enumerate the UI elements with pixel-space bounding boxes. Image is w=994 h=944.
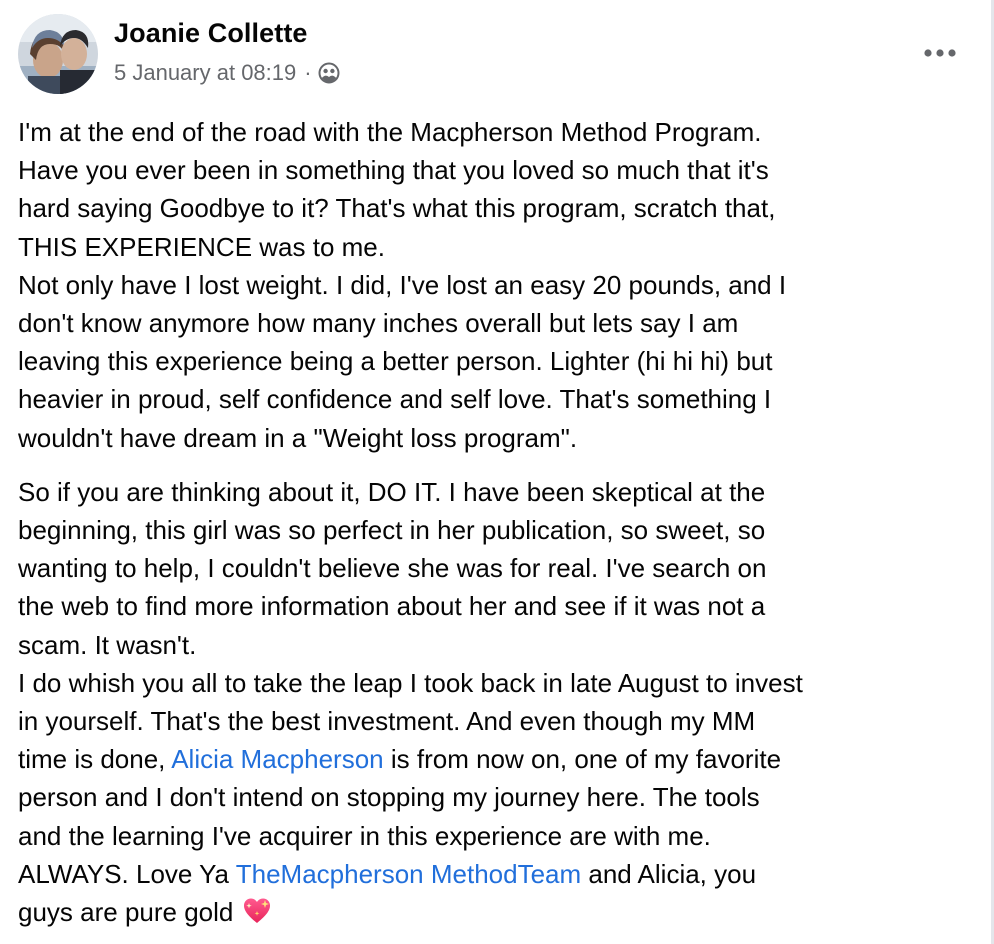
post-body: I'm at the end of the road with the Macp… [18,113,968,935]
more-options-icon [922,45,958,63]
body-line: I'm at the end of the road with the Macp… [18,117,762,147]
author-name[interactable]: Joanie Collette [114,18,308,49]
body-line: ALWAYS. Love Ya TheMacpherson MethodTeam… [18,855,968,893]
body-line: time is done, Alicia Macpherson is from … [18,740,968,778]
body-text-segment: ALWAYS. Love Ya [18,858,236,889]
body-line: I do whish you all to take the leap I to… [18,667,803,698]
post-timestamp[interactable]: 5 January at 08:19 [114,60,296,86]
body-line: So if you are thinking about it, DO IT. … [18,476,766,507]
body-line: beginning, this girl was so perfect in h… [18,515,766,546]
avatar[interactable] [18,14,98,94]
body-line: wanting to help, I couldn't believe she … [18,553,767,584]
body-line: heavier in proud, self confidence and se… [18,384,772,415]
body-text-segment: and Alicia, you [581,858,757,889]
body-line: don't know anymore how many inches overa… [18,308,739,339]
post-header: Joanie Collette 5 January at 08:19 · [18,14,978,98]
friends-icon[interactable] [318,62,340,84]
body-text-segment: time is done, [18,744,172,775]
meta-separator: · [304,60,312,85]
body-line: THIS EXPERIENCE was to me. [18,231,385,262]
body-line: Have you ever been in something that you… [18,155,769,186]
body-line: and the learning I've acquirer in this e… [18,820,711,851]
body-line: person and I don't intend on stopping my… [18,782,760,813]
mention-alicia-macpherson[interactable]: Alicia Macpherson [171,744,383,774]
body-text-segment: guys are pure gold [18,897,241,928]
body-line: in yourself. That's the best investment.… [18,706,756,737]
post-card: Joanie Collette 5 January at 08:19 · I'm… [0,0,994,944]
body-line: Not only have I lost weight. I did, I've… [18,269,787,300]
body-line: the web to find more information about h… [18,591,766,622]
more-options-button[interactable] [920,42,960,66]
post-meta: 5 January at 08:19 · [114,60,340,86]
body-line: scam. It wasn't. [18,629,197,660]
body-line: hard saying Goodbye to it? That's what t… [18,193,776,224]
body-line: wouldn't have dream in a "Weight loss pr… [18,422,578,453]
mention-macpherson-method-team[interactable]: TheMacpherson MethodTeam [236,859,581,889]
body-line: leaving this experience being a better p… [18,346,773,377]
body-line: guys are pure gold [18,893,968,935]
sparkling-heart-emoji [243,897,273,935]
body-text-segment: is from now on, one of my favorite [383,744,782,775]
